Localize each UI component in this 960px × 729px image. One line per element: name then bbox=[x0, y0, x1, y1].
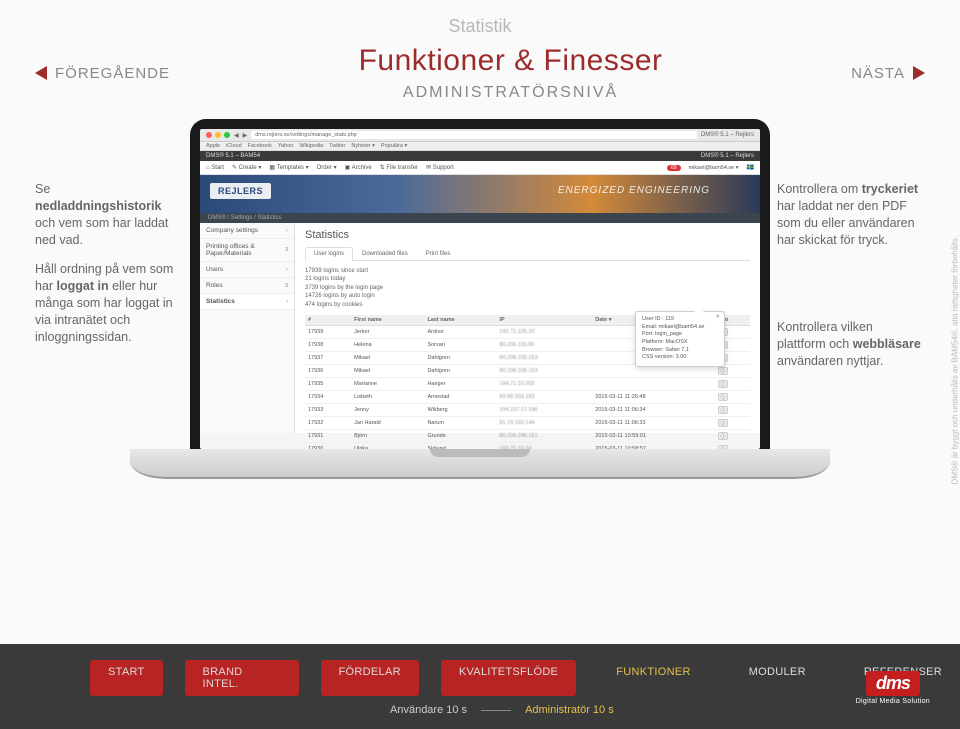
tabs: User logins Downloaded files Print files bbox=[305, 247, 750, 261]
bookmarks-bar: Apple iCloud Facebook Yahoo Wikipedia Tw… bbox=[200, 142, 760, 151]
tab-print-files[interactable]: Print files bbox=[417, 247, 460, 260]
logo-tagline: Digital Media Solution bbox=[856, 698, 930, 705]
callout-login-track: Håll ordning på vem som har loggat in el… bbox=[35, 261, 180, 345]
info-tooltip: ✕ User ID : 119 Email: mikael@bam54.se P… bbox=[635, 311, 725, 367]
sidebar-item-roles[interactable]: Roles3 bbox=[200, 278, 294, 294]
nav-item[interactable]: ✉ Support bbox=[426, 164, 454, 171]
bookmark[interactable]: Facebook bbox=[248, 143, 272, 149]
breadcrumb: DMS® / Settings / Statistics bbox=[200, 213, 760, 223]
page-title-tab: DMS® 5.1 – Rejlers bbox=[701, 132, 754, 138]
col-num[interactable]: # bbox=[305, 315, 351, 326]
app-nav: ⌂ Start ✎ Create ▾ ▦ Templates ▾ Order ▾… bbox=[200, 161, 760, 175]
separator bbox=[481, 710, 511, 711]
bookmark[interactable]: Apple bbox=[206, 143, 220, 149]
arrow-fwd-icon[interactable]: ▶ bbox=[243, 132, 248, 139]
info-icon[interactable]: ⓘ bbox=[718, 432, 728, 440]
info-icon[interactable]: ⓘ bbox=[718, 380, 728, 388]
footer-tab-funktioner[interactable]: FUNKTIONER bbox=[598, 660, 709, 696]
col-ip[interactable]: IP bbox=[496, 315, 592, 326]
table-row: 17934LisbethArnestad83.68.203.1832015-03… bbox=[305, 390, 750, 403]
table-row: 17935MarianneHaeger194.71.10.203ⓘ bbox=[305, 377, 750, 390]
dms-logo: dms Digital Media Solution bbox=[856, 671, 930, 705]
table-row: 17932Jan HaraldNarum81.19.192.1442015-03… bbox=[305, 416, 750, 429]
hero-banner: REJLERS ENERGIZED ENGINEERING bbox=[200, 175, 760, 213]
bookmark[interactable]: Nyheter ▾ bbox=[351, 143, 375, 149]
nav-item[interactable]: ⇅ File transfer bbox=[380, 164, 418, 171]
table-row: 17931BjörnGrunde80.206.246.1512015-03-11… bbox=[305, 429, 750, 442]
nav-item[interactable]: ▦ Templates ▾ bbox=[269, 164, 308, 171]
col-firstname[interactable]: First name bbox=[351, 315, 424, 326]
section-label: Statistik bbox=[0, 16, 960, 37]
nav-item[interactable]: Order ▾ bbox=[317, 164, 337, 171]
title-block: Funktioner & Finesser ADMINISTRATÖRSNIVÅ bbox=[170, 44, 851, 102]
hero-tagline: ENERGIZED ENGINEERING bbox=[558, 185, 710, 196]
info-icon[interactable]: ⓘ bbox=[718, 393, 728, 401]
page-subtitle: ADMINISTRATÖRSNIVÅ bbox=[170, 84, 851, 102]
prev-label: FÖREGÅENDE bbox=[55, 65, 170, 82]
laptop-mockup: ◀ ▶ dms.rejlers.se/settings/manage_stats… bbox=[190, 119, 770, 479]
arrow-left-icon bbox=[35, 66, 47, 80]
bookmark[interactable]: Yahoo bbox=[278, 143, 294, 149]
notification-badge[interactable]: 69 bbox=[667, 165, 681, 171]
flag-icon[interactable]: 🇸🇪 bbox=[747, 164, 754, 171]
stats-summary: 17939 logins since start 21 logins today… bbox=[305, 261, 750, 315]
nav-item[interactable]: ✎ Create ▾ bbox=[232, 164, 261, 171]
next-label: NÄSTA bbox=[851, 65, 905, 82]
info-icon[interactable]: ⓘ bbox=[718, 406, 728, 414]
url-bar[interactable]: dms.rejlers.se/settings/manage_stats.php bbox=[251, 131, 697, 139]
footer-tab-fordelar[interactable]: FÖRDELAR bbox=[321, 660, 419, 696]
nav-item[interactable]: ⌂ Start bbox=[206, 165, 224, 171]
app-topbar: DMS® 5.1 – BAM54DMS® 5.1 – Rejlers bbox=[200, 151, 760, 161]
chevron-right-icon: › bbox=[286, 299, 288, 305]
close-icon[interactable]: ✕ bbox=[715, 314, 720, 322]
info-icon[interactable]: ⓘ bbox=[718, 419, 728, 427]
copyright-text: DMS® är byggt och underhålls av BAM54®, … bbox=[950, 236, 959, 484]
prev-button[interactable]: FÖREGÅENDE bbox=[35, 65, 170, 82]
hero-logo: REJLERS bbox=[210, 183, 271, 199]
sidebar-item-company[interactable]: Company settings› bbox=[200, 223, 294, 239]
arrow-right-icon bbox=[913, 66, 925, 80]
callout-download-history: Se nedladdningshistorik och vem som har … bbox=[35, 181, 180, 249]
tab-downloaded[interactable]: Downloaded files bbox=[353, 247, 417, 260]
logo-mark: dms bbox=[866, 671, 920, 696]
footer: START BRAND INTEL. FÖRDELAR KVALITETSFLÖ… bbox=[0, 644, 960, 729]
user-menu[interactable]: mikael@bam54.se ▾ bbox=[689, 165, 739, 171]
traffic-lights bbox=[206, 132, 230, 138]
callout-platform-check: Kontrollera vilken plattform och webbläs… bbox=[777, 319, 922, 370]
arrow-back-icon[interactable]: ◀ bbox=[234, 132, 239, 139]
footer-tab-start[interactable]: START bbox=[90, 660, 163, 696]
sidebar-item-printing[interactable]: Printing offices & Paper/Materials3 bbox=[200, 239, 294, 262]
sub-anvandare[interactable]: Användare 10 s bbox=[390, 704, 467, 716]
footer-tab-moduler[interactable]: MODULER bbox=[731, 660, 824, 696]
page-title: Funktioner & Finesser bbox=[170, 44, 851, 78]
table-row: 17933JennyWikberg194.237.17.1962015-03-1… bbox=[305, 403, 750, 416]
tab-user-logins[interactable]: User logins bbox=[305, 247, 353, 261]
col-lastname[interactable]: Last name bbox=[424, 315, 496, 326]
bookmark[interactable]: Populära ▾ bbox=[381, 143, 407, 149]
browser-chrome: ◀ ▶ dms.rejlers.se/settings/manage_stats… bbox=[200, 129, 760, 142]
main-panel: Statistics User logins Downloaded files … bbox=[295, 223, 760, 433]
next-button[interactable]: NÄSTA bbox=[851, 65, 925, 82]
bookmark[interactable]: iCloud bbox=[226, 143, 242, 149]
laptop-base bbox=[130, 449, 830, 479]
chevron-right-icon: › bbox=[286, 267, 288, 273]
bookmark[interactable]: Twitter bbox=[329, 143, 345, 149]
sidebar-item-users[interactable]: Users› bbox=[200, 262, 294, 278]
footer-tab-kvalitet[interactable]: KVALITETSFLÖDE bbox=[441, 660, 576, 696]
sidebar: Company settings› Printing offices & Pap… bbox=[200, 223, 295, 433]
sub-admin[interactable]: Administratör 10 s bbox=[525, 704, 614, 716]
nav-item[interactable]: ▣ Archive bbox=[345, 164, 372, 171]
chevron-right-icon: › bbox=[286, 228, 288, 234]
bookmark[interactable]: Wikipedia bbox=[299, 143, 323, 149]
footer-tab-brand[interactable]: BRAND INTEL. bbox=[185, 660, 299, 696]
footer-sub-nav: Användare 10 s Administratör 10 s bbox=[0, 704, 960, 716]
panel-title: Statistics bbox=[305, 229, 750, 241]
info-icon[interactable]: ⓘ bbox=[718, 367, 728, 375]
callout-print-check: Kontrollera om tryckeriet har laddat ner… bbox=[777, 181, 922, 249]
sidebar-item-statistics[interactable]: Statistics› bbox=[200, 294, 294, 310]
